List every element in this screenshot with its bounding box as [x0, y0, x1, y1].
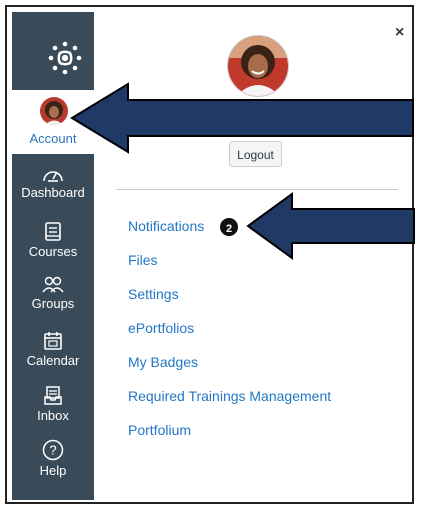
arrow-to-notifications-icon [246, 192, 415, 260]
tray-divider [116, 189, 398, 190]
dashboard-icon [43, 171, 63, 182]
svg-text:?: ? [49, 443, 56, 458]
groups-icon [42, 276, 64, 293]
nav-label-groups: Groups [31, 296, 75, 311]
account-avatar[interactable] [40, 97, 68, 125]
link-eportfolios[interactable]: ePortfolios [128, 318, 331, 352]
canvas-logo-icon [48, 41, 82, 75]
link-my-badges[interactable]: My Badges [128, 352, 331, 386]
link-settings[interactable]: Settings [128, 284, 331, 318]
nav-item-help[interactable]: ? Help [12, 439, 94, 478]
link-required-trainings[interactable]: Required Trainings Management [128, 386, 331, 420]
nav-label-calendar: Calendar [26, 353, 80, 368]
calendar-icon [44, 332, 62, 350]
help-icon: ? [42, 439, 64, 461]
step-number-badge: 2 [218, 216, 240, 238]
link-portfolium[interactable]: Portfolium [128, 420, 331, 454]
nav-label-dashboard: Dashboard [21, 185, 85, 200]
nav-label-inbox: Inbox [37, 408, 69, 423]
inbox-icon [44, 386, 62, 405]
nav-item-dashboard[interactable]: Dashboard [12, 165, 94, 200]
nav-label-help: Help [39, 463, 67, 478]
nav-item-inbox[interactable]: Inbox [12, 386, 94, 423]
nav-item-groups[interactable]: Groups [12, 276, 94, 311]
close-tray-button[interactable]: × [395, 24, 404, 42]
nav-item-calendar[interactable]: Calendar [12, 331, 94, 368]
logo-area[interactable] [12, 12, 94, 89]
courses-icon [45, 222, 61, 241]
nav-label-courses: Courses [28, 244, 78, 259]
nav-item-courses[interactable]: Courses [12, 222, 94, 259]
arrow-to-account-icon [70, 82, 414, 154]
